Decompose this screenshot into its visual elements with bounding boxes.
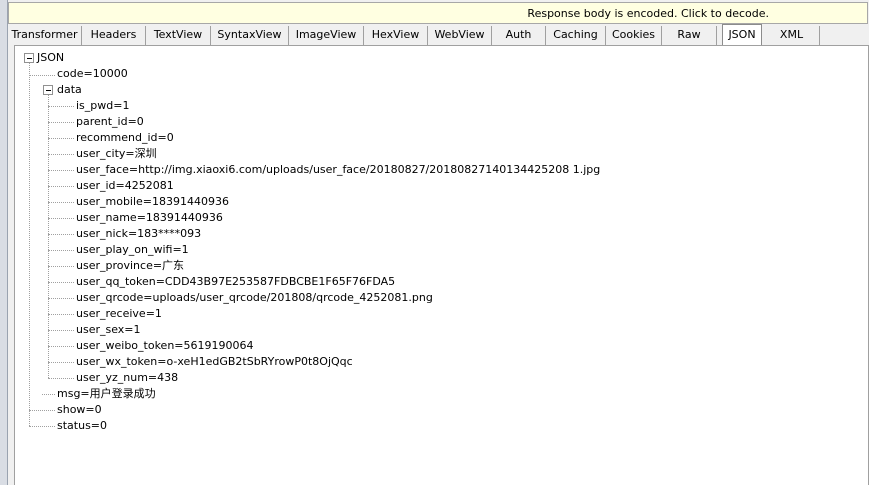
tree-node-msg[interactable]: msg=用户登录成功 — [57, 387, 156, 401]
tab-textview[interactable]: TextView — [146, 26, 211, 45]
tree-node-data-item[interactable]: is_pwd=1 — [76, 99, 129, 113]
tab-auth[interactable]: Auth — [492, 26, 546, 45]
inspector-tabbar: Transformer Headers TextView SyntaxView … — [8, 24, 869, 46]
tree-branch — [48, 218, 74, 219]
json-tree-panel: JSON code=10000 data is_pwd=1 parent_id=0… — [14, 45, 869, 485]
tree-node-data-item[interactable]: user_receive=1 — [76, 307, 162, 321]
tree-branch — [48, 266, 74, 267]
tree-node-data[interactable]: data — [57, 83, 82, 97]
tree-branch — [29, 410, 55, 411]
tree-branch — [48, 346, 74, 347]
tree-node-data-item[interactable]: recommend_id=0 — [76, 131, 174, 145]
tree-node-status[interactable]: status=0 — [57, 419, 107, 433]
tree-branch — [48, 186, 74, 187]
tab-imageview[interactable]: ImageView — [289, 26, 364, 45]
decode-banner[interactable]: Response body is encoded. Click to decod… — [8, 2, 868, 24]
tab-cookies[interactable]: Cookies — [606, 26, 662, 45]
tree-branch — [48, 378, 74, 379]
tree-node-data-item[interactable]: user_sex=1 — [76, 323, 141, 337]
tree-branch — [48, 202, 74, 203]
tab-raw[interactable]: Raw — [662, 26, 717, 45]
tree-node-data-item[interactable]: user_wx_token=o-xeH1edGB2tSbRYrowP0t8OjQ… — [76, 355, 353, 369]
tree-branch — [42, 394, 55, 395]
tree-node-data-item[interactable]: user_play_on_wifi=1 — [76, 243, 189, 257]
tree-branch — [48, 314, 74, 315]
tree-branch — [48, 298, 74, 299]
tree-branch — [48, 250, 74, 251]
tab-xml[interactable]: XML — [764, 26, 820, 45]
collapse-icon[interactable] — [43, 85, 53, 95]
tree-branch — [48, 170, 74, 171]
tree-node-data-item[interactable]: user_face=http://img.xiaoxi6.com/uploads… — [76, 163, 600, 177]
tree-node-show[interactable]: show=0 — [57, 403, 102, 417]
tree-node-data-item[interactable]: user_name=18391440936 — [76, 211, 223, 225]
tree-branch — [48, 106, 74, 107]
tree-node-data-item[interactable]: user_yz_num=438 — [76, 371, 178, 385]
tree-node-data-item[interactable]: user_mobile=18391440936 — [76, 195, 229, 209]
tab-caching[interactable]: Caching — [546, 26, 606, 45]
tree-node-data-item[interactable]: user_qq_token=CDD43B97E253587FDBCBE1F65F… — [76, 275, 395, 289]
collapse-icon[interactable] — [24, 53, 34, 63]
decode-banner-text[interactable]: Response body is encoded. Click to decod… — [527, 7, 769, 20]
tree-branch — [48, 330, 74, 331]
tree-branch — [48, 122, 74, 123]
tree-node-data-item[interactable]: user_province=广东 — [76, 259, 184, 273]
tree-line-root — [29, 63, 30, 426]
tree-branch — [48, 234, 74, 235]
tree-node-code[interactable]: code=10000 — [57, 67, 128, 81]
tab-headers[interactable]: Headers — [82, 26, 146, 45]
tree-branch — [29, 75, 55, 76]
tree-branch — [29, 426, 55, 427]
tree-branch — [48, 154, 74, 155]
left-splitter[interactable] — [0, 0, 8, 485]
tree-branch — [48, 282, 74, 283]
tree-node-data-item[interactable]: user_id=4252081 — [76, 179, 174, 193]
tree-node-data-item[interactable]: user_nick=183****093 — [76, 227, 201, 241]
tab-syntaxview[interactable]: SyntaxView — [211, 26, 289, 45]
tab-webview[interactable]: WebView — [428, 26, 492, 45]
tree-node-root[interactable]: JSON — [37, 51, 64, 65]
tree-node-data-item[interactable]: user_qrcode=uploads/user_qrcode/201808/q… — [76, 291, 433, 305]
tree-branch — [48, 138, 74, 139]
tab-hexview[interactable]: HexView — [364, 26, 428, 45]
tab-json[interactable]: JSON — [722, 24, 762, 46]
tab-transformer[interactable]: Transformer — [8, 26, 82, 45]
tree-node-data-item[interactable]: user_city=深圳 — [76, 147, 157, 161]
tree-node-data-item[interactable]: parent_id=0 — [76, 115, 144, 129]
tree-node-data-item[interactable]: user_weibo_token=5619190064 — [76, 339, 254, 353]
tree-branch — [48, 362, 74, 363]
